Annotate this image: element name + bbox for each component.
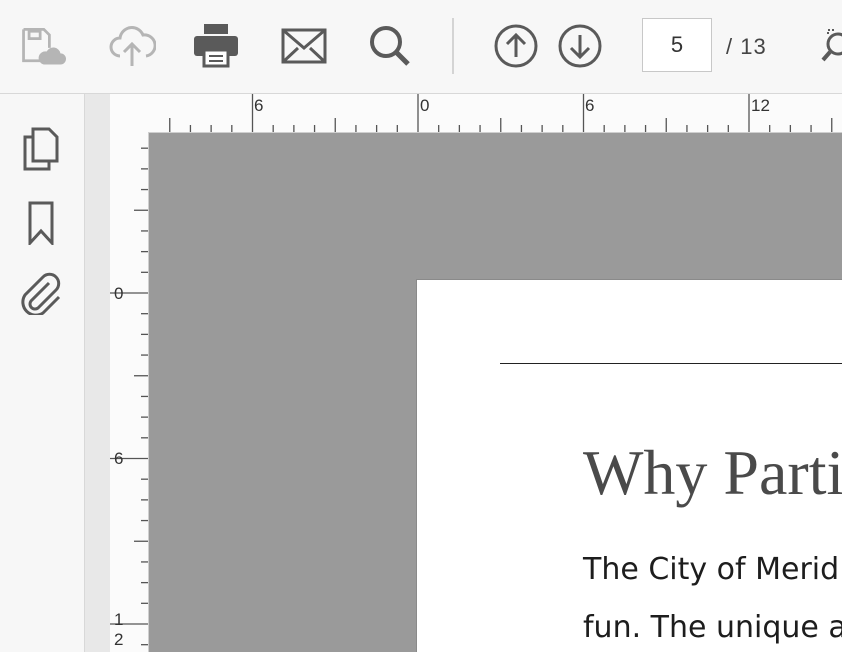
search-icon[interactable] xyxy=(366,22,414,70)
ruler-top-label: 12 xyxy=(751,96,770,115)
bookmark-icon[interactable] xyxy=(18,200,64,246)
header-rule xyxy=(500,363,842,364)
attachment-icon[interactable] xyxy=(18,270,64,316)
ruler-top-label: 6 xyxy=(254,96,264,115)
body-text-line: The City of Merid xyxy=(583,552,840,587)
vertical-ruler: 0 6 1 2 xyxy=(110,132,149,652)
ruler-left-label: 1 xyxy=(114,610,124,629)
horizontal-ruler-ticks xyxy=(148,94,833,132)
previous-page-icon[interactable] xyxy=(492,22,540,70)
pages-icon[interactable] xyxy=(18,126,64,172)
next-page-icon[interactable] xyxy=(556,22,604,70)
document-canvas[interactable]: Why Parti The City of Merid fun. The uni… xyxy=(149,133,842,652)
horizontal-ruler: 6 0 6 12 xyxy=(110,94,842,133)
print-icon[interactable] xyxy=(192,22,240,70)
ruler-left-label: 0 xyxy=(114,284,124,303)
page-total: / 13 xyxy=(726,34,767,59)
mail-icon[interactable] xyxy=(280,22,328,70)
left-navigation-rail xyxy=(0,94,85,652)
page-number-input[interactable]: 5 xyxy=(642,18,712,72)
save-cloud-icon xyxy=(18,22,66,70)
ruler-left-label: 6 xyxy=(114,449,124,468)
panel-gutter xyxy=(85,94,110,652)
body-text-line: fun. The unique a xyxy=(583,610,842,645)
ruler-top-label: 0 xyxy=(420,96,430,115)
document-page[interactable]: Why Parti The City of Merid fun. The uni… xyxy=(416,279,842,652)
vertical-ruler-ticks xyxy=(110,147,148,646)
ruler-corner xyxy=(110,94,150,132)
ruler-left-label: 2 xyxy=(114,630,124,649)
page-heading: Why Parti xyxy=(583,437,842,508)
zoom-icon[interactable] xyxy=(818,22,842,70)
toolbar: 5 / 13 xyxy=(0,0,842,94)
toolbar-separator xyxy=(452,18,454,74)
ruler-top-label: 6 xyxy=(585,96,595,115)
upload-cloud-icon xyxy=(108,22,156,70)
